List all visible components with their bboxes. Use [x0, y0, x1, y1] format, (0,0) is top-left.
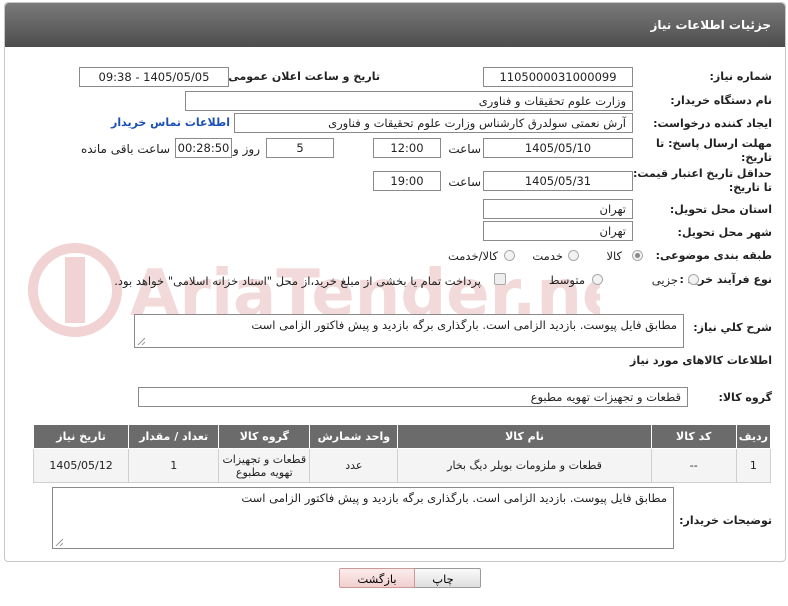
- col-date: تاریخ نیاز: [32, 424, 130, 449]
- goods-table: ردیف کد کالا نام کالا واحد شمارش گروه کا…: [32, 424, 772, 483]
- price-validity-label-2: تا تاریخ:: [728, 181, 772, 194]
- cell-row: 1: [735, 448, 772, 483]
- goods-table-header: ردیف کد کالا نام کالا واحد شمارش گروه کا…: [32, 424, 772, 449]
- col-code: کد کالا: [650, 424, 737, 449]
- buyer-notes-text: مطابق فایل پیوست. بازدید الزامی است. بار…: [241, 491, 667, 505]
- category-label: طبقه بندی موضوعی:: [655, 249, 772, 262]
- need-number-label: شماره نیاز:: [709, 70, 772, 83]
- delivery-city-label: شهر محل تحویل:: [677, 226, 772, 239]
- cell-unit: عدد: [309, 448, 399, 483]
- reply-time-field: 12:00: [373, 138, 441, 158]
- delivery-province-label: استان محل تحویل:: [669, 203, 772, 216]
- announce-datetime-label: تاریخ و ساعت اعلان عمومی:: [223, 70, 380, 83]
- days-label: روز و: [233, 142, 260, 156]
- reply-time-label: ساعت: [448, 142, 481, 156]
- buyer-org-label: نام دستگاه خریدار:: [670, 94, 772, 107]
- description-label: شرح کلي نياز:: [693, 321, 772, 334]
- col-name: نام کالا: [397, 424, 652, 449]
- col-unit: واحد شمارش: [309, 424, 399, 449]
- cell-name: قطعات و ملزومات بویلر دیگ بخار: [397, 448, 652, 483]
- cell-date: 1405/05/12: [32, 448, 130, 483]
- buyer-contact-link[interactable]: اطلاعات تماس خریدار: [111, 116, 230, 129]
- description-text: مطابق فایل پیوست. بازدید الزامی است. بار…: [251, 318, 677, 332]
- col-qty: تعداد / مقدار: [128, 424, 220, 449]
- col-row: ردیف: [735, 424, 772, 449]
- requester-label: ایجاد کننده درخواست:: [653, 117, 772, 130]
- process-medium-label: متوسط: [548, 273, 585, 287]
- need-number-field: 1105000031000099: [483, 67, 633, 87]
- cell-group: قطعات و تجهیزات تهویه مطبوع: [218, 448, 311, 483]
- cell-code: --: [650, 448, 737, 483]
- process-minor-label: جزیی: [651, 273, 678, 287]
- goods-group-label: گروه کالا:: [718, 391, 772, 404]
- reply-date-field: 1405/05/10: [483, 138, 633, 158]
- reply-deadline-label: مهلت ارسال پاسخ: تا: [656, 137, 772, 150]
- price-validity-time-field: 19:00: [373, 171, 441, 191]
- category-goods-service-label: کالا/خدمت: [447, 249, 498, 263]
- category-service-radio[interactable]: [568, 250, 579, 261]
- back-button[interactable]: بازگشت: [339, 568, 415, 588]
- delivery-province-field: تهران: [483, 199, 633, 219]
- reply-deadline-label-2: تاریخ:: [740, 151, 772, 164]
- cell-qty: 1: [128, 448, 220, 483]
- resize-grip-icon[interactable]: [137, 337, 145, 345]
- price-validity-label: حداقل تاریخ اعتبار قیمت:: [632, 167, 772, 180]
- category-service-label: خدمت: [532, 249, 563, 263]
- price-validity-date-field: 1405/05/31: [483, 171, 633, 191]
- resize-grip-icon[interactable]: [55, 538, 63, 546]
- announce-datetime-field: 1405/05/05 - 09:38: [79, 67, 229, 87]
- process-minor-radio[interactable]: [688, 274, 699, 285]
- requester-field: آرش نعمتی سولدرق کارشناس وزارت علوم تحقی…: [234, 113, 633, 133]
- buyer-org-field: وزارت علوم تحقیقات و فناوری: [185, 91, 633, 111]
- delivery-city-field: تهران: [483, 221, 633, 241]
- treasury-payment-note: پرداخت تمام یا بخشی از مبلغ خرید،از محل …: [114, 274, 481, 288]
- process-medium-radio[interactable]: [592, 274, 603, 285]
- category-goods-service-radio[interactable]: [504, 250, 515, 261]
- treasury-payment-checkbox[interactable]: [494, 273, 506, 285]
- category-goods-radio[interactable]: [632, 250, 643, 261]
- price-validity-time-label: ساعت: [448, 175, 481, 189]
- col-group: گروه کالا: [218, 424, 311, 449]
- buyer-notes-label: توضیحات خریدار:: [679, 514, 772, 527]
- table-row: 1 -- قطعات و ملزومات بویلر دیگ بخار عدد …: [32, 448, 772, 483]
- goods-group-field: قطعات و تجهیزات تهویه مطبوع: [138, 387, 688, 407]
- buyer-notes-textarea[interactable]: مطابق فایل پیوست. بازدید الزامی است. بار…: [52, 487, 674, 549]
- remaining-label: ساعت باقی مانده: [80, 142, 170, 156]
- goods-section-title: اطلاعات کالاهای مورد نیاز: [630, 354, 772, 367]
- remaining-time-field: 00:28:50: [175, 138, 232, 158]
- print-button[interactable]: چاپ: [405, 568, 481, 588]
- days-field: 5: [266, 138, 334, 158]
- description-textarea[interactable]: مطابق فایل پیوست. بازدید الزامی است. بار…: [134, 314, 684, 348]
- category-goods-label: کالا: [606, 249, 622, 263]
- page-title: جزئیات اطلاعات نیاز: [5, 3, 785, 47]
